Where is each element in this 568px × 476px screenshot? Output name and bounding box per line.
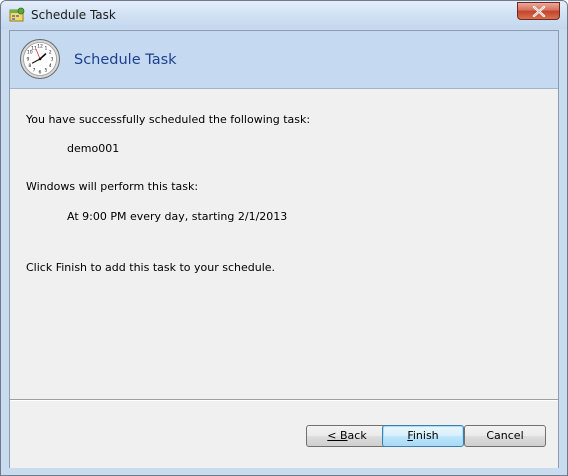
close-icon [532,6,546,17]
finish-button[interactable]: Finish [382,425,464,447]
svg-text:1: 1 [45,45,48,51]
svg-text:11: 11 [31,45,37,51]
page-title: Schedule Task [74,52,177,68]
finish-label-rest: inish [412,429,439,442]
finish-hint: Click Finish to add this task to your sc… [26,261,276,274]
wizard-content: You have successfully scheduled the foll… [10,89,558,400]
button-bar: < Back Finish Cancel [10,400,558,468]
svg-text:4: 4 [49,63,52,69]
svg-text:6: 6 [39,70,42,76]
scheduled-tasks-icon [9,7,25,23]
svg-text:7: 7 [33,67,36,73]
wizard-body: 12 1 2 3 4 5 6 7 8 9 10 11 Schedule Task… [9,30,559,468]
success-message: You have successfully scheduled the foll… [26,113,311,126]
back-mnemonic: < B [327,429,348,442]
close-button[interactable] [517,2,560,20]
svg-text:12: 12 [37,44,43,50]
back-label-rest: ack [347,429,367,442]
clock-icon: 12 1 2 3 4 5 6 7 8 9 10 11 [19,38,61,83]
svg-text:5: 5 [45,67,48,73]
svg-text:3: 3 [51,57,54,63]
window-title: Schedule Task [31,8,116,22]
cancel-button[interactable]: Cancel [464,425,546,447]
wizard-header: 12 1 2 3 4 5 6 7 8 9 10 11 Schedule Task [10,31,558,89]
back-button[interactable]: < Back [306,425,388,447]
svg-text:2: 2 [49,50,52,56]
svg-text:8: 8 [28,63,31,69]
schedule-summary: At 9:00 PM every day, starting 2/1/2013 [67,210,288,223]
schedule-task-window: Schedule Task 12 1 2 3 4 5 6 7 8 9 10 11… [0,0,568,476]
svg-text:9: 9 [27,57,30,63]
task-name: demo001 [67,142,120,155]
perform-label: Windows will perform this task: [26,180,199,193]
title-bar[interactable]: Schedule Task [1,1,567,29]
